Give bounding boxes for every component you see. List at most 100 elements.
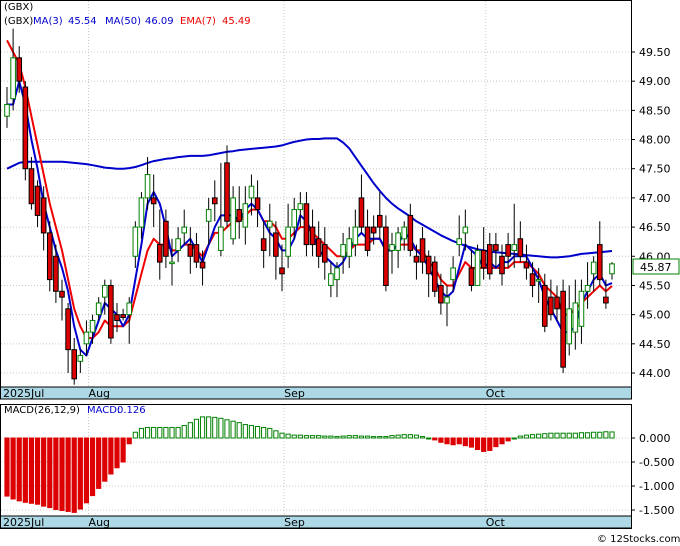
macd-tick-label: -1.000: [639, 480, 674, 493]
macd-bar-positive: [560, 432, 566, 439]
candle-down: [120, 314, 126, 319]
macd-bar-positive: [157, 426, 163, 439]
watermark: © 12Stocks.com: [597, 534, 680, 545]
macd-legend-label: MACD(26,12,9): [4, 405, 80, 416]
candle-down: [364, 226, 371, 251]
macd-bar-positive: [340, 435, 346, 439]
price-tick-label: 48.00: [639, 134, 671, 147]
candle-up: [175, 238, 181, 251]
price-tick-label: 45.00: [639, 309, 671, 322]
macd-bar-positive: [242, 424, 248, 439]
macd-bar-positive: [163, 426, 169, 439]
macd-bar-positive: [523, 434, 530, 439]
candle-down: [65, 308, 71, 351]
candle-down: [224, 162, 230, 222]
macd-legend-value-label: MACD:: [87, 405, 120, 416]
macd-bar-positive: [187, 422, 193, 439]
macd-bar-positive: [224, 419, 230, 439]
candle-down: [468, 267, 475, 286]
macd-bar-positive: [383, 436, 389, 439]
candle-down: [358, 197, 365, 228]
macd-bar-positive: [199, 416, 206, 439]
macd-bar-positive: [578, 432, 585, 439]
stock-chart: 2025Jul Aug Sep Oct 2025Jul Aug Sep Oct 49.50 4…: [0, 0, 680, 545]
price-tick-label: 48.50: [639, 104, 671, 117]
legend-ticker: (GBX): [4, 16, 33, 27]
candle-up: [291, 209, 298, 228]
macd-bar-positive: [138, 427, 145, 439]
macd-bar-negative: [499, 437, 505, 445]
legend-ma3-label: MA(3): [33, 16, 63, 27]
macd-bar-positive: [151, 426, 157, 439]
candle-up: [584, 284, 591, 292]
candle-down: [425, 255, 432, 275]
candle-up: [456, 238, 463, 246]
macd-bar-negative: [505, 437, 511, 442]
macd-bar-positive: [597, 431, 603, 439]
candle-up: [401, 226, 408, 240]
candle-down: [560, 290, 566, 368]
candle-up: [334, 267, 340, 281]
macd-bar-positive: [572, 432, 578, 439]
price-month-label: Oct: [486, 387, 506, 400]
candle-down: [303, 203, 310, 246]
candle-up: [389, 244, 395, 251]
candle-down: [370, 226, 377, 234]
macd-bar-positive: [603, 431, 609, 439]
candle-up: [138, 197, 145, 228]
candle-up: [205, 209, 212, 222]
macd-month-label: Oct: [486, 516, 506, 529]
macd-bar-positive: [554, 432, 560, 439]
macd-bar-negative: [102, 437, 108, 482]
macd-bar-positive: [511, 437, 517, 440]
macd-bar-positive: [346, 435, 352, 439]
macd-bar-positive: [352, 435, 358, 439]
candle-down: [254, 197, 261, 211]
ticker-label: (GBX): [4, 2, 33, 13]
macd-bar-positive: [297, 434, 303, 439]
macd-bar-negative: [120, 437, 126, 463]
candle-down: [493, 244, 499, 251]
macd-bar-positive: [285, 433, 291, 439]
macd-bar-positive: [248, 425, 255, 439]
candle-up: [230, 197, 236, 240]
macd-bar-positive: [389, 435, 395, 439]
candle-up: [77, 354, 84, 362]
macd-bar-positive: [542, 433, 548, 439]
candle-down: [193, 244, 200, 263]
macd-bar-positive: [401, 434, 407, 439]
candle-down: [554, 296, 560, 310]
macd-month-label: Aug: [89, 516, 110, 529]
candle-down: [114, 314, 120, 321]
price-tick-label: 49.00: [639, 75, 671, 88]
price-tick-label: 47.00: [639, 192, 671, 205]
macd-bar-negative: [22, 437, 28, 503]
macd-month-label: 2025Jul: [3, 516, 44, 529]
macd-bar-positive: [322, 435, 328, 439]
price-tick-label: 44.50: [639, 338, 671, 351]
macd-bar-positive: [254, 425, 261, 439]
macd-bar-positive: [303, 435, 310, 439]
macd-bar-positive: [517, 435, 523, 439]
macd-bar-negative: [114, 437, 120, 469]
macd-bar-positive: [407, 434, 413, 439]
macd-bar-negative: [41, 437, 47, 507]
candle-down: [529, 273, 536, 286]
macd-bar-positive: [609, 431, 615, 439]
macd-bar-positive: [334, 436, 340, 439]
candle-up: [89, 319, 96, 333]
macd-bar-positive: [548, 432, 554, 439]
candle-down: [236, 209, 243, 222]
macd-bar-positive: [261, 426, 267, 439]
macd-bar-negative: [481, 437, 487, 452]
candle-down: [315, 238, 322, 257]
candle-up: [285, 226, 291, 257]
macd-bar-negative: [438, 437, 444, 443]
candle-up: [297, 203, 304, 211]
macd-bar-positive: [193, 418, 200, 439]
candle-down: [596, 244, 603, 281]
macd-bar-positive: [413, 434, 420, 439]
macd-bar-negative: [96, 437, 102, 489]
candle-up: [181, 226, 188, 234]
candle-down: [431, 261, 438, 292]
